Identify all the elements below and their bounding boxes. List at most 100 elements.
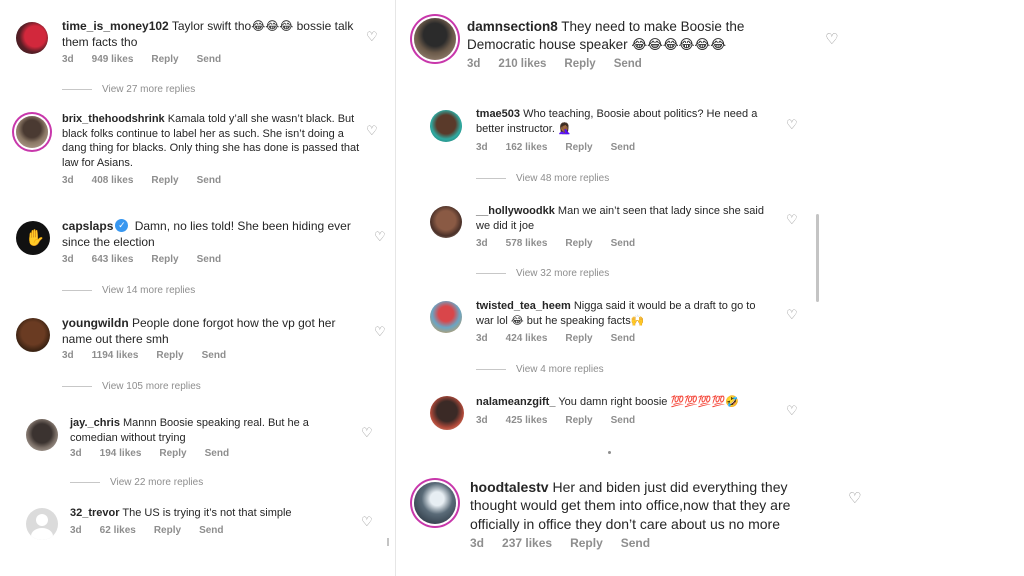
heart-outline-icon[interactable]: ♡ (366, 29, 378, 45)
send-button[interactable]: Send (611, 415, 635, 426)
reply-button[interactable]: Reply (154, 525, 181, 536)
comment-likes[interactable]: 425 likes (506, 415, 548, 426)
comment-time: 3d (476, 238, 488, 249)
heart-outline-icon[interactable]: ♡ (361, 425, 373, 441)
comment-username[interactable]: capslaps (62, 219, 113, 233)
heart-outline-icon[interactable]: ♡ (786, 212, 798, 228)
comment-username[interactable]: tmae503 (476, 108, 520, 120)
comment-username[interactable]: damnsection8 (467, 19, 558, 34)
comment-username[interactable]: nalameanzgift_ (476, 396, 555, 408)
divider-line (62, 385, 92, 387)
view-replies-label: View 27 more replies (102, 84, 196, 95)
avatar[interactable] (430, 301, 462, 333)
send-button[interactable]: Send (202, 350, 226, 361)
comment-username[interactable]: time_is_money102 (62, 19, 169, 33)
default-user-body (31, 528, 53, 540)
send-button[interactable]: Send (621, 536, 650, 550)
view-replies-button[interactable]: View 14 more replies (62, 285, 195, 296)
view-replies-label: View 14 more replies (102, 285, 196, 296)
comment-meta: 3d 237 likes Reply Send (470, 536, 668, 550)
heart-outline-icon[interactable]: ♡ (786, 403, 798, 419)
heart-outline-icon[interactable]: ♡ (825, 30, 838, 48)
comment-time: 3d (70, 448, 82, 459)
divider-line (476, 368, 506, 370)
avatar[interactable] (26, 419, 58, 451)
comment-likes[interactable]: 578 likes (506, 238, 548, 249)
comment-username[interactable]: brix_thehoodshrink (62, 113, 165, 125)
heart-outline-icon[interactable]: ♡ (848, 489, 861, 507)
send-button[interactable]: Send (199, 525, 223, 536)
reply-button[interactable]: Reply (156, 350, 183, 361)
send-button[interactable]: Send (611, 238, 635, 249)
view-replies-button[interactable]: View 27 more replies (62, 84, 195, 95)
view-replies-label: View 32 more replies (516, 268, 610, 279)
reply-button[interactable]: Reply (570, 536, 603, 550)
comment-text-block: __hollywoodkk Man we ain’t seen that lad… (476, 204, 766, 233)
reply-button[interactable]: Reply (565, 142, 592, 153)
comment-meta: 3d 162 likes Reply Send (476, 142, 653, 153)
view-replies-button[interactable]: View 48 more replies (476, 173, 609, 184)
comment-likes[interactable]: 194 likes (100, 448, 142, 459)
reply-button[interactable]: Reply (565, 333, 592, 344)
reply-button[interactable]: Reply (564, 58, 595, 70)
scrollbar[interactable] (816, 214, 819, 302)
separator-dot (608, 451, 611, 454)
view-replies-button[interactable]: View 105 more replies (62, 381, 201, 392)
comment-username[interactable]: hoodtalestv (470, 479, 549, 495)
reply-button[interactable]: Reply (151, 175, 178, 186)
reply-button[interactable]: Reply (151, 54, 178, 65)
reply-button[interactable]: Reply (151, 254, 178, 265)
comment-likes[interactable]: 949 likes (92, 54, 134, 65)
reply-button[interactable]: Reply (159, 448, 186, 459)
heart-outline-icon[interactable]: ♡ (786, 307, 798, 323)
comment-likes[interactable]: 237 likes (502, 536, 552, 550)
heart-outline-icon[interactable]: ♡ (374, 324, 386, 340)
avatar-placeholder[interactable] (26, 508, 58, 540)
avatar[interactable] (414, 482, 456, 524)
view-replies-label: View 4 more replies (516, 364, 604, 375)
send-button[interactable]: Send (614, 58, 642, 70)
view-replies-button[interactable]: View 32 more replies (476, 268, 609, 279)
send-button[interactable]: Send (197, 254, 221, 265)
comment-username[interactable]: youngwildn (62, 316, 129, 330)
comment-likes[interactable]: 1194 likes (92, 350, 139, 361)
reply-button[interactable]: Reply (565, 238, 592, 249)
avatar[interactable] (16, 22, 48, 54)
avatar[interactable]: ✋ (16, 221, 50, 255)
avatar[interactable] (16, 116, 48, 148)
right-comments-panel[interactable]: damnsection8 They need to make Boosie th… (396, 0, 1024, 576)
left-comments-panel[interactable]: time_is_money102 Taylor swift tho😂😂😂 bos… (0, 0, 395, 576)
avatar[interactable] (414, 18, 456, 60)
view-replies-button[interactable]: View 22 more replies (70, 477, 203, 488)
comment-likes[interactable]: 62 likes (100, 525, 136, 536)
heart-outline-icon[interactable]: ♡ (366, 123, 378, 139)
heart-outline-icon[interactable]: ♡ (374, 229, 386, 245)
comment-username[interactable]: __hollywoodkk (476, 205, 555, 217)
reply-button[interactable]: Reply (565, 415, 592, 426)
view-replies-label: View 105 more replies (102, 381, 201, 392)
comment-username[interactable]: jay._chris (70, 417, 120, 429)
heart-outline-icon[interactable]: ♡ (361, 514, 373, 530)
comment-likes[interactable]: 643 likes (92, 254, 134, 265)
comment-likes[interactable]: 210 likes (498, 58, 546, 70)
heart-outline-icon[interactable]: ♡ (786, 117, 798, 133)
send-button[interactable]: Send (611, 142, 635, 153)
send-button[interactable]: Send (197, 54, 221, 65)
avatar[interactable] (430, 396, 464, 430)
comment-likes[interactable]: 408 likes (92, 175, 134, 186)
comment-username[interactable]: 32_trevor (70, 507, 120, 519)
view-replies-button[interactable]: View 4 more replies (476, 364, 604, 375)
send-button[interactable]: Send (205, 448, 229, 459)
comment-meta: 3d 425 likes Reply Send (476, 415, 653, 426)
avatar[interactable] (430, 110, 462, 142)
comment-time: 3d (476, 142, 488, 153)
view-replies-label: View 22 more replies (110, 477, 204, 488)
send-button[interactable]: Send (197, 175, 221, 186)
avatar[interactable] (16, 318, 50, 352)
comment-username[interactable]: twisted_tea_heem (476, 300, 571, 312)
avatar[interactable] (430, 206, 462, 238)
comment-likes[interactable]: 162 likes (506, 142, 548, 153)
comment-likes[interactable]: 424 likes (506, 333, 548, 344)
send-button[interactable]: Send (611, 333, 635, 344)
comment-time: 3d (70, 525, 82, 536)
